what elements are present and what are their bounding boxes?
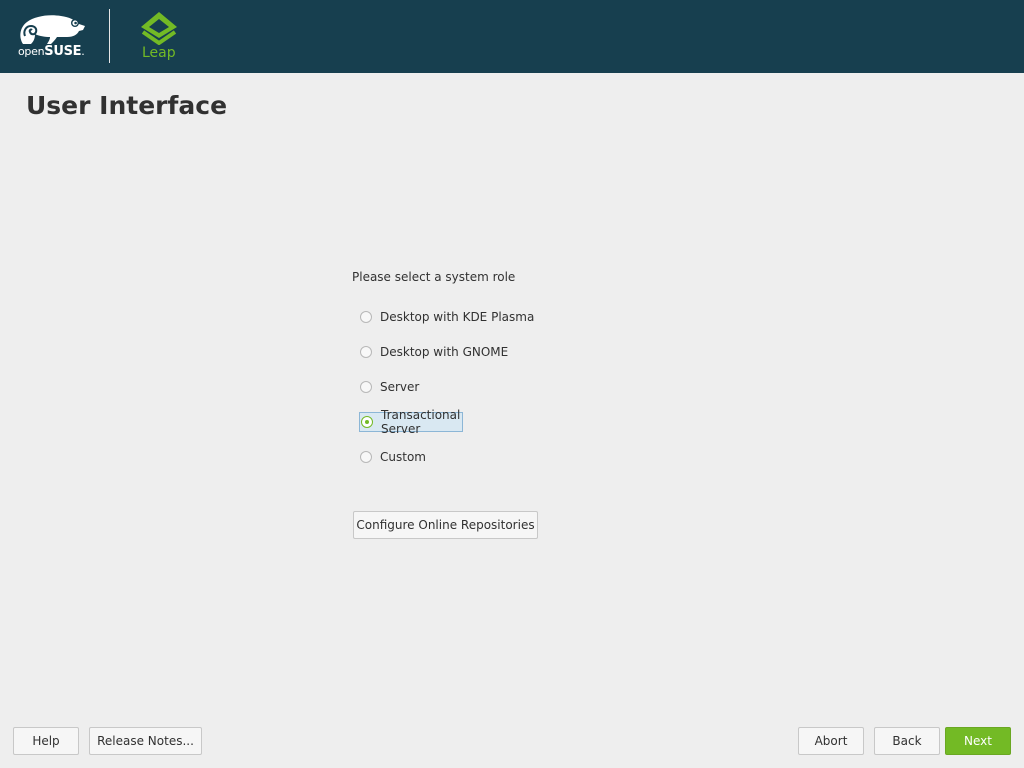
radio-label: Server bbox=[380, 380, 420, 394]
radio-icon bbox=[360, 311, 372, 323]
radio-label: Desktop with GNOME bbox=[380, 345, 509, 359]
radio-icon bbox=[360, 346, 372, 358]
radio-label: Transactional Server bbox=[381, 408, 461, 436]
release-notes-button[interactable]: Release Notes... bbox=[89, 727, 202, 755]
opensuse-logo: openSUSE. bbox=[17, 14, 89, 59]
radio-option-transactional-server[interactable]: Transactional Server bbox=[359, 408, 464, 436]
back-button[interactable]: Back bbox=[874, 727, 940, 755]
opensuse-wordmark: openSUSE. bbox=[18, 44, 85, 59]
radio-icon bbox=[360, 381, 372, 393]
role-prompt-label: Please select a system role bbox=[352, 270, 516, 284]
radio-option-server[interactable]: Server bbox=[359, 377, 619, 397]
abort-button[interactable]: Abort bbox=[798, 727, 864, 755]
page-title: User Interface bbox=[26, 91, 228, 120]
leap-label: Leap bbox=[142, 45, 176, 61]
leap-logo: Leap bbox=[138, 11, 180, 61]
help-button[interactable]: Help bbox=[13, 727, 79, 755]
radio-option-kde-plasma[interactable]: Desktop with KDE Plasma bbox=[359, 307, 619, 327]
next-button[interactable]: Next bbox=[945, 727, 1011, 755]
radio-option-custom[interactable]: Custom bbox=[359, 447, 619, 467]
configure-online-repositories-button[interactable]: Configure Online Repositories bbox=[353, 511, 538, 539]
header-divider bbox=[109, 9, 110, 63]
opensuse-chameleon-icon bbox=[20, 15, 86, 44]
radio-label: Desktop with KDE Plasma bbox=[380, 310, 535, 324]
radio-icon bbox=[360, 451, 372, 463]
radio-option-gnome[interactable]: Desktop with GNOME bbox=[359, 342, 619, 362]
radio-label: Custom bbox=[380, 450, 426, 464]
radio-icon bbox=[361, 416, 373, 428]
header-bar: openSUSE. Leap bbox=[0, 0, 1024, 73]
leap-logo-icon bbox=[141, 12, 177, 45]
